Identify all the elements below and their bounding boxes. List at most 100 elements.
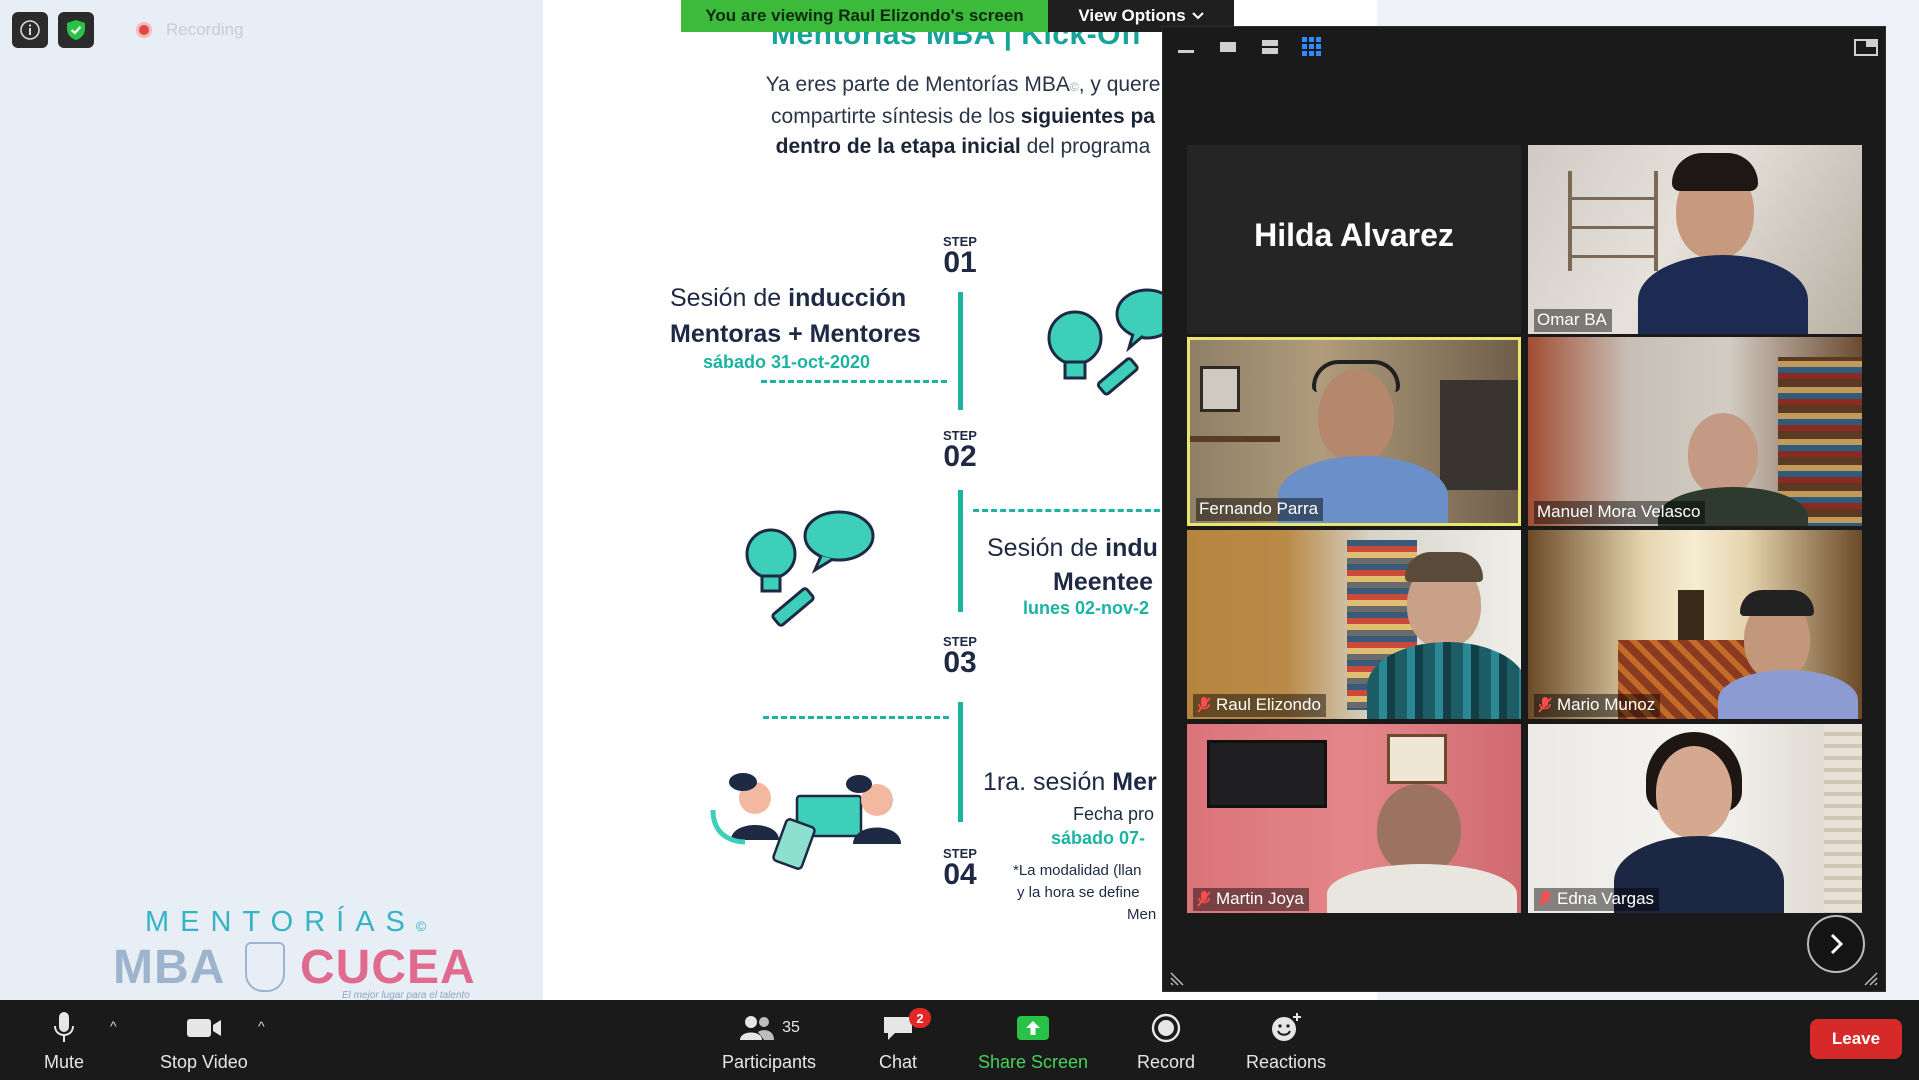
- strip-view-button[interactable]: [1259, 37, 1281, 57]
- gallery-layout-tools: [1175, 37, 1323, 57]
- step-3-date: sábado 07-: [1051, 828, 1146, 848]
- intro-line-2a: compartirte síntesis de los: [771, 105, 1021, 128]
- video-feed: [1190, 340, 1518, 523]
- resize-handle-icon[interactable]: [1861, 969, 1879, 987]
- next-page-button[interactable]: [1807, 915, 1865, 973]
- chat-button[interactable]: 2 Chat: [879, 1008, 932, 1073]
- participants-icon: [740, 1016, 775, 1040]
- strip-view-icon: [1262, 40, 1278, 54]
- intro-copyright: ©: [1069, 80, 1079, 94]
- participant-name-label: Omar BA: [1534, 309, 1612, 332]
- step-2-date: lunes 02-nov-2: [1023, 598, 1150, 618]
- step-2-subtitle: Meentee: [1053, 568, 1154, 596]
- minimize-button[interactable]: [1175, 37, 1197, 57]
- crest-icon: [245, 942, 285, 992]
- recording-dot-icon: [136, 22, 152, 38]
- intro-line-2b: siguientes pa: [1020, 105, 1155, 128]
- chat-unread-badge: 2: [909, 1008, 932, 1028]
- stop-video-button[interactable]: Stop Video: [160, 1008, 248, 1073]
- participant-name-label: Fernando Parra: [1196, 498, 1324, 521]
- step-3-title-a: 1ra. sesión: [983, 768, 1113, 796]
- logo-copyright: ©: [415, 918, 427, 934]
- logo-mentorias-word: MENTORÍAS: [145, 906, 416, 938]
- step-1-title: Sesión de inducción: [670, 284, 906, 313]
- side-by-side-icon: [1854, 39, 1878, 56]
- video-feed: [1528, 145, 1862, 334]
- view-options-label: View Options: [1078, 6, 1186, 25]
- leave-meeting-button[interactable]: Leave: [1810, 1019, 1902, 1059]
- info-icon: [20, 20, 40, 40]
- step-2-title-a: Sesión de: [987, 534, 1106, 562]
- audio-options-caret-icon[interactable]: ^: [110, 1018, 117, 1034]
- chevron-right-icon: [1830, 933, 1844, 955]
- timeline-segment: [958, 490, 963, 612]
- reactions-button[interactable]: Reactions: [1246, 1008, 1326, 1073]
- speaker-view-button[interactable]: [1217, 37, 1239, 57]
- gallery-view-button[interactable]: [1301, 37, 1323, 57]
- participant-tile-fernando-parra[interactable]: Fernando Parra: [1187, 337, 1521, 526]
- step-3-title-b: Mer: [1112, 768, 1157, 796]
- participant-name: Martin Joya: [1216, 889, 1304, 908]
- exit-panel-button[interactable]: [1853, 37, 1879, 57]
- chevron-down-icon: [1191, 12, 1204, 20]
- share-screen-arrow-icon: [1017, 1016, 1050, 1040]
- step-1-title-a: Sesión de: [670, 284, 789, 312]
- participant-name-label: Martin Joya: [1193, 888, 1309, 911]
- step-01-number: 01: [943, 246, 977, 279]
- gallery-view-panel: Hilda Alvarez Omar BA Fernando Parra Man…: [1162, 26, 1886, 992]
- encryption-shield-button[interactable]: [58, 12, 94, 48]
- video-feed: [1528, 724, 1862, 913]
- lightbulb-chat-icon: [745, 510, 875, 627]
- participant-name-label: Raul Elizondo: [1193, 694, 1326, 717]
- step-1-date: sábado 31-oct-2020: [703, 352, 871, 372]
- participant-name: Mario Munoz: [1557, 695, 1656, 714]
- timeline-segment: [958, 702, 963, 822]
- video-camera-icon: [186, 1019, 221, 1037]
- shield-check-icon: [67, 20, 85, 40]
- stop-video-label: Stop Video: [160, 1052, 248, 1072]
- video-options-caret-icon[interactable]: ^: [258, 1018, 265, 1034]
- logo-cucea-text: CUCEA: [300, 941, 476, 994]
- video-feed: [1528, 530, 1862, 719]
- step-03-number: 03: [943, 646, 977, 679]
- step-3-note-line-3: Men: [1127, 906, 1157, 923]
- participants-button[interactable]: 35 Participants: [722, 1008, 816, 1073]
- smiley-plus-icon: [1272, 1013, 1302, 1041]
- logo-mba-text: MBA: [113, 941, 226, 994]
- step-02-number: 02: [943, 440, 977, 473]
- participant-name-label: Edna Vargas: [1534, 888, 1660, 911]
- intro-line-3a: dentro de la etapa inicial: [775, 135, 1021, 158]
- participants-label: Participants: [722, 1052, 817, 1072]
- step-2-title: Sesión de indu: [987, 534, 1158, 563]
- record-button[interactable]: Record: [1137, 1008, 1195, 1073]
- recording-label: Recording: [166, 20, 244, 39]
- muted-mic-icon: [1197, 697, 1211, 713]
- step-3-note-line-1: *La modalidad (llan: [1013, 862, 1142, 879]
- participant-tile-manuel-mora-velasco[interactable]: Manuel Mora Velasco: [1528, 337, 1862, 526]
- participant-tile-raul-elizondo[interactable]: Raul Elizondo: [1187, 530, 1521, 719]
- intro-line-1a: Ya eres parte de Mentorías MBA: [765, 73, 1070, 96]
- timeline-segment: [958, 292, 963, 410]
- participant-name: Edna Vargas: [1557, 889, 1655, 908]
- muted-mic-icon: [1538, 891, 1552, 907]
- meeting-controls-toolbar: [0, 1000, 1919, 1080]
- mute-button[interactable]: Mute: [44, 1008, 84, 1073]
- participant-name: Fernando Parra: [1199, 499, 1319, 518]
- participant-tile-mario-munoz[interactable]: Mario Munoz: [1528, 530, 1862, 719]
- meeting-status-bar: Recording: [12, 12, 244, 48]
- viewing-screen-banner: You are viewing Raul Elizondo's screen: [681, 0, 1048, 32]
- share-screen-button[interactable]: Share Screen: [978, 1008, 1088, 1073]
- video-feed: [1187, 724, 1521, 913]
- step-3-dashed-line: [763, 716, 949, 719]
- resize-handle-icon[interactable]: [1169, 969, 1187, 987]
- participant-tile-hilda-alvarez[interactable]: Hilda Alvarez: [1187, 145, 1521, 334]
- participant-tile-edna-vargas[interactable]: Edna Vargas: [1528, 724, 1862, 913]
- mute-label: Mute: [44, 1052, 85, 1072]
- single-video-icon: [1220, 42, 1236, 52]
- meeting-info-button[interactable]: [12, 12, 48, 48]
- video-feed: [1187, 530, 1521, 719]
- record-label: Record: [1137, 1052, 1196, 1072]
- participant-tile-omar-ba[interactable]: Omar BA: [1528, 145, 1862, 334]
- participant-tile-martin-joya[interactable]: Martin Joya: [1187, 724, 1521, 913]
- muted-mic-icon: [1197, 891, 1211, 907]
